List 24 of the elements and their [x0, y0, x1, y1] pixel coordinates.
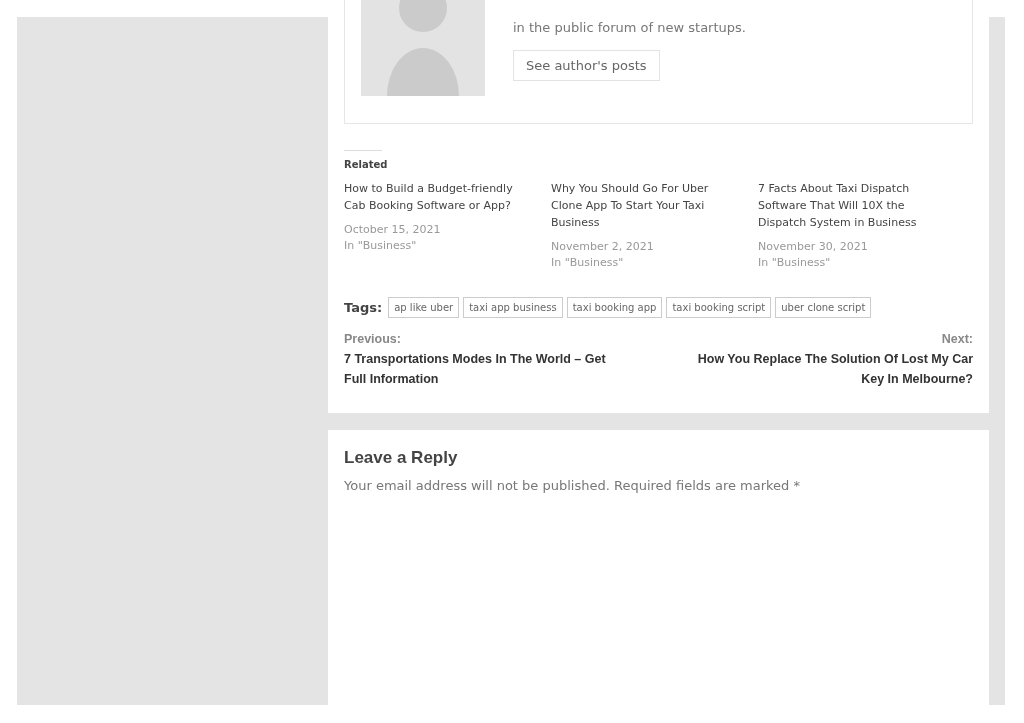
- related-post-date: November 30, 2021: [758, 239, 869, 255]
- see-author-posts-button[interactable]: See author's posts: [513, 49, 660, 81]
- related-post-category: In "Business": [551, 255, 625, 271]
- related-post-category: In "Business": [344, 238, 418, 254]
- leave-reply-heading: Leave a Reply: [344, 447, 459, 469]
- related-post-date: November 2, 2021: [551, 239, 655, 255]
- related-post-link[interactable]: 7 Facts About Taxi Dispatch Software That Will 10X the Dispatch System in Business: [758, 180, 943, 231]
- previous-post-label: Previous:: [344, 331, 402, 348]
- next-post-label: Next:: [940, 331, 973, 348]
- tag-link[interactable]: taxi booking app: [566, 297, 663, 318]
- related-heading: Related: [344, 158, 389, 172]
- tag-link[interactable]: taxi app business: [463, 297, 563, 318]
- tag-link[interactable]: ap like uber: [388, 297, 460, 318]
- tags-label: Tags:: [344, 298, 383, 317]
- reply-note: Your email address will not be published. Required fields are marked *: [344, 477, 801, 496]
- related-post-link[interactable]: Why You Should Go For Uber Clone App To Start Your Taxi Business: [551, 180, 736, 231]
- tag-link[interactable]: taxi booking script: [666, 297, 772, 318]
- related-post-date: October 15, 2021: [344, 222, 442, 238]
- author-bio: in the public forum of new startups.: [513, 19, 746, 37]
- tag-link[interactable]: uber clone script: [775, 297, 872, 318]
- related-post-link[interactable]: How to Build a Budget-friendly Cab Booking Software or App?: [344, 180, 529, 214]
- related-post-category: In "Business": [758, 255, 832, 271]
- next-post-link[interactable]: How You Replace The Solution Of Lost My Car Key In Melbourne?: [693, 348, 973, 389]
- previous-post-link[interactable]: 7 Transportations Modes In The World – Get Full Information: [344, 348, 624, 389]
